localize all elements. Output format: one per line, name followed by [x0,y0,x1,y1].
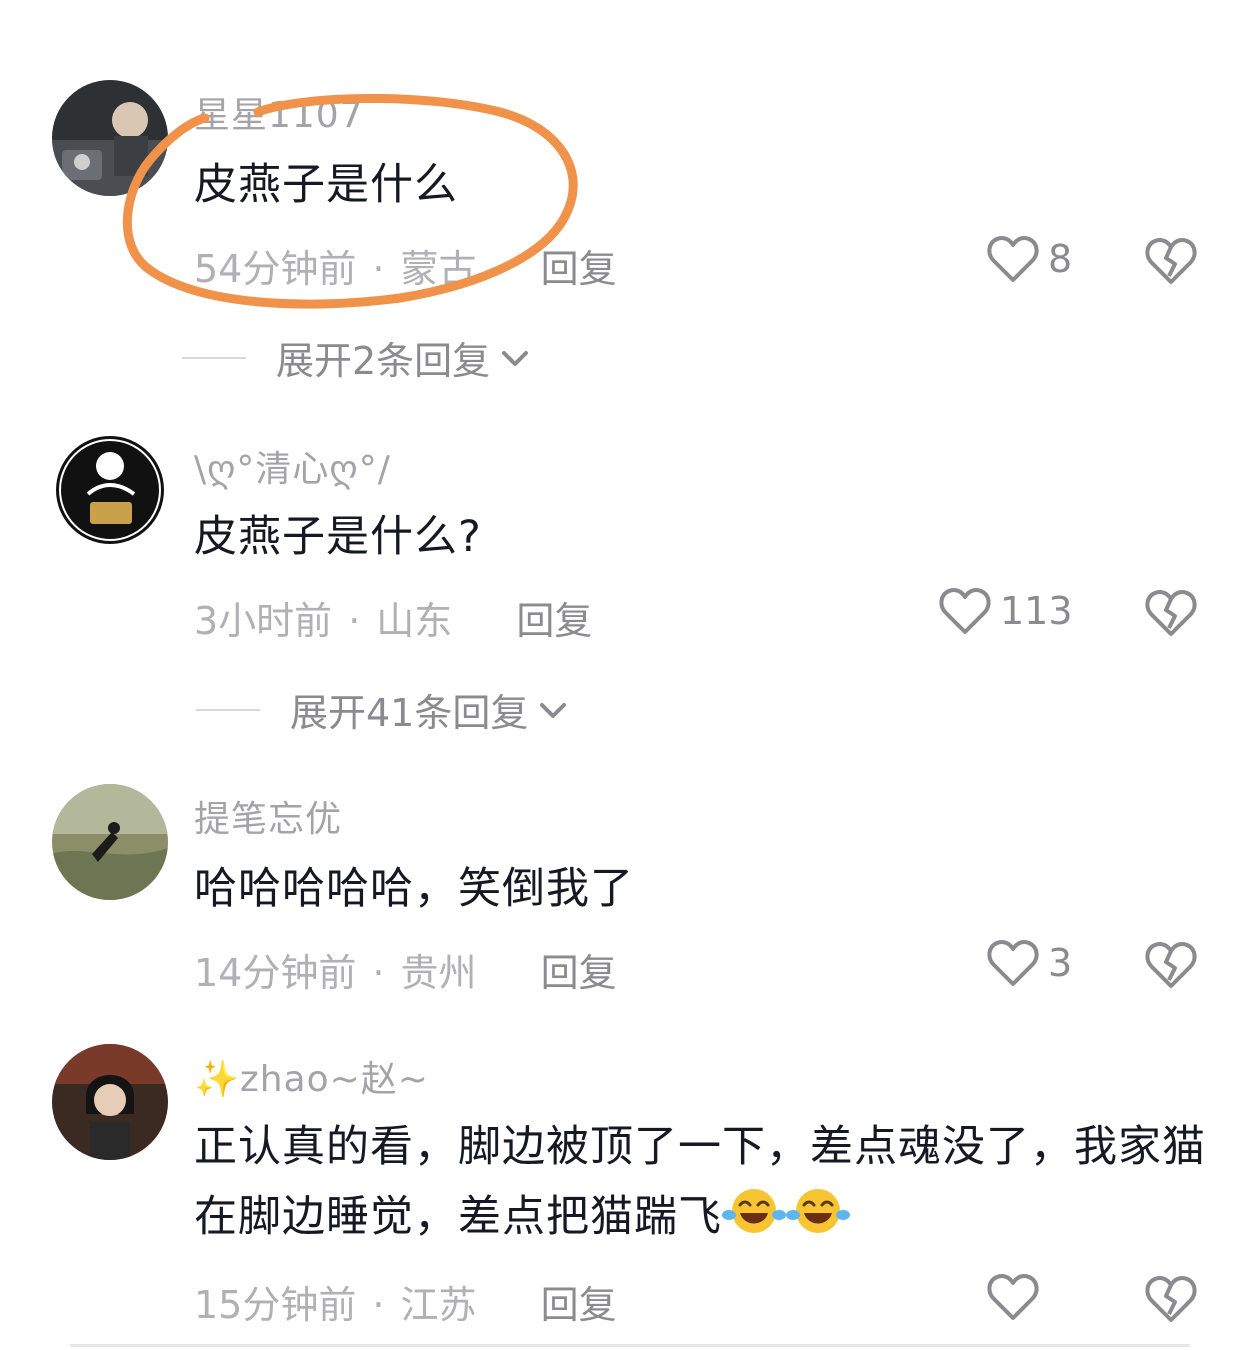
meta-separator: · [372,951,385,995]
dislike-button[interactable] [1144,236,1198,286]
like-button[interactable]: 113 [938,586,1073,636]
laughing-crying-emoji [786,1185,850,1258]
dislike-button[interactable] [1144,588,1198,638]
heart-outline-icon [987,235,1039,282]
dislike-button[interactable] [1144,1274,1198,1324]
like-count: 3 [1048,941,1073,985]
meta-separator: · [372,1283,385,1327]
broken-heart-icon [1145,1275,1197,1322]
location: 江苏 [400,1283,477,1327]
expand-replies-button[interactable]: 展开41条回复 [196,682,568,737]
expand-replies-button[interactable]: 展开2条回复 [182,330,530,385]
broken-heart-icon [1145,941,1197,988]
location: 山东 [376,599,453,643]
laughing-crying-emoji [722,1185,786,1258]
divider-line [196,708,260,711]
reply-button[interactable]: 回复 [541,247,617,291]
bottom-divider [70,1344,1190,1347]
reply-button[interactable]: 回复 [541,951,617,995]
username[interactable]: \ღ°清心ღ°/ [194,440,391,492]
heart-outline-icon [987,939,1039,986]
avatar[interactable] [52,784,168,900]
heart-outline-icon [987,1273,1039,1320]
location: 蒙古 [400,247,477,291]
username[interactable]: ✨zhao~赵~ [194,1050,429,1102]
timestamp: 54分钟前 [194,247,357,291]
avatar[interactable] [52,80,168,196]
chevron-down-icon [502,350,529,366]
like-button[interactable] [986,1272,1048,1322]
comment-text: 皮燕子是什么? [194,512,482,562]
timestamp: 3小时前 [194,599,333,643]
like-count: 113 [1000,589,1073,633]
divider-line [182,356,246,359]
expand-replies-label: 展开2条回复 [276,339,491,383]
comment-text-body: 正认真的看，脚边被顶了一下，差点魂没了，我家猫在脚边睡觉，差点把猫踹飞 [194,1122,1206,1242]
comment-text: 正认真的看，脚边被顶了一下，差点魂没了，我家猫在脚边睡觉，差点把猫踹飞 [194,1112,1214,1258]
comment-text: 哈哈哈哈哈，笑倒我了 [194,864,634,914]
username[interactable]: 星星1107 [194,86,364,138]
like-count: 8 [1048,237,1073,281]
meta-separator: · [372,247,385,291]
comment-meta: 54分钟前 · 蒙古 回复 [194,238,617,293]
comment-text: 皮燕子是什么 [194,160,458,210]
comment-meta: 15分钟前 · 江苏 回复 [194,1274,617,1329]
expand-replies-label: 展开41条回复 [290,691,529,735]
location: 贵州 [400,951,477,995]
chevron-down-icon [540,702,567,718]
timestamp: 15分钟前 [194,1283,357,1327]
avatar[interactable] [52,1044,168,1160]
like-button[interactable]: 8 [986,234,1072,284]
timestamp: 14分钟前 [194,951,357,995]
avatar[interactable] [52,432,168,548]
meta-separator: · [348,599,361,643]
heart-outline-icon [939,587,991,634]
reply-button[interactable]: 回复 [516,599,592,643]
comment-meta: 14分钟前 · 贵州 回复 [194,942,617,997]
comment-meta: 3小时前 · 山东 回复 [194,590,592,645]
username[interactable]: 提笔忘优 [194,790,342,842]
like-button[interactable]: 3 [986,938,1072,988]
broken-heart-icon [1145,589,1197,636]
broken-heart-icon [1145,237,1197,284]
reply-button[interactable]: 回复 [541,1283,617,1327]
dislike-button[interactable] [1144,940,1198,990]
